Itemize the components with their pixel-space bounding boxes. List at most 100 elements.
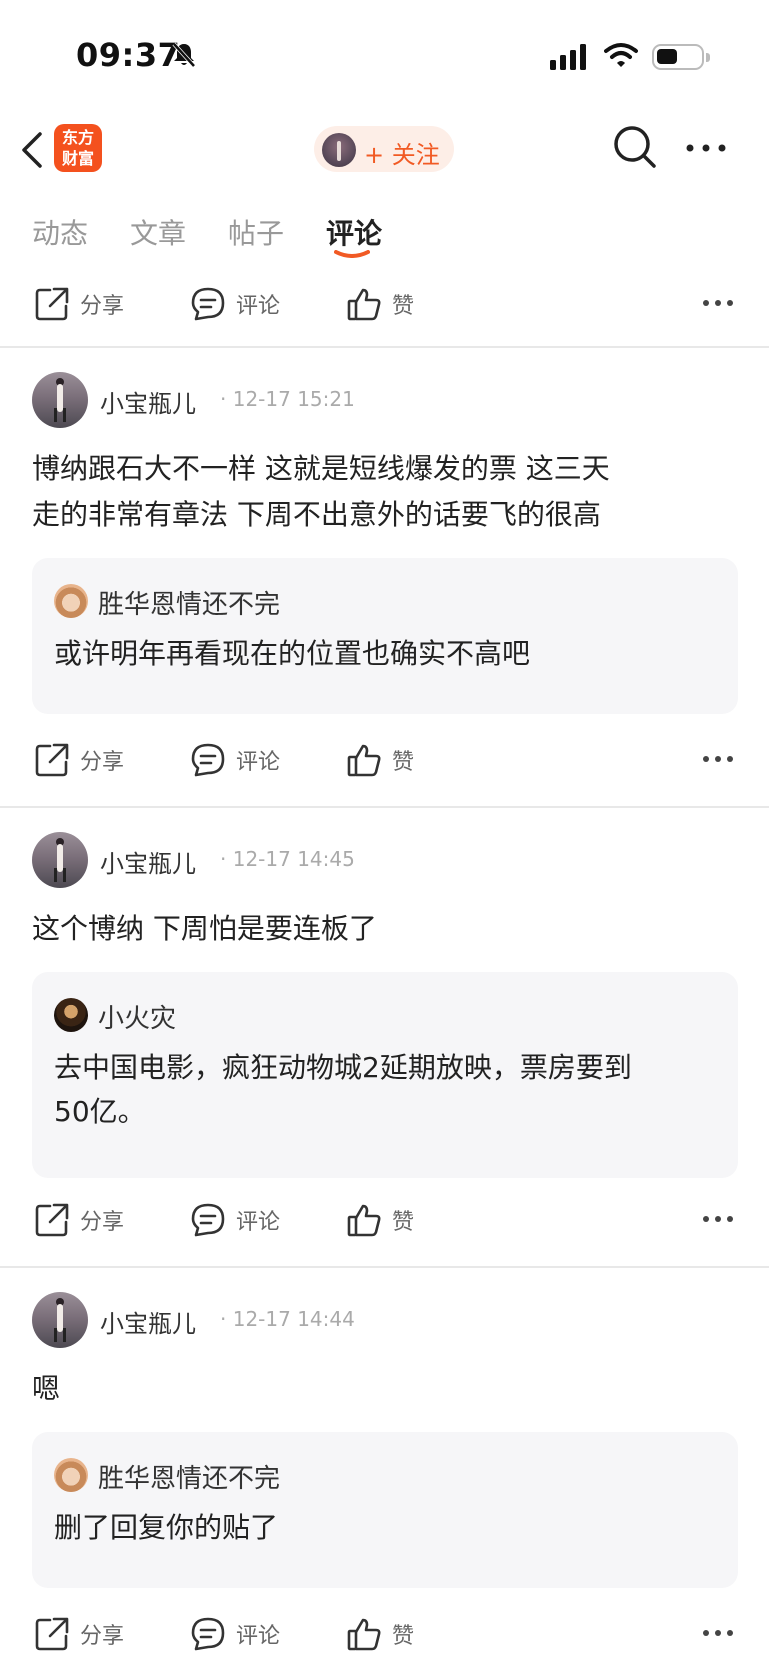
- thumbs-up-icon: [347, 744, 381, 777]
- share-button[interactable]: 分享: [34, 1200, 124, 1240]
- follow-label: + 关注: [364, 141, 440, 169]
- like-button[interactable]: 赞: [346, 1200, 414, 1240]
- share-button[interactable]: 分享: [34, 1614, 124, 1654]
- search-icon[interactable]: [612, 124, 658, 170]
- more-options-icon[interactable]: [686, 144, 726, 152]
- avatar[interactable]: [32, 372, 88, 428]
- like-label: 赞: [392, 1624, 415, 1649]
- person-avatar-icon: [54, 998, 88, 1032]
- comment-header: 小宝瓶儿 · 12-17 14:44: [32, 1292, 732, 1348]
- status-bar: 09:37: [0, 0, 769, 110]
- reply-author: 小火灾: [98, 1004, 177, 1034]
- like-button[interactable]: 赞: [346, 1614, 414, 1654]
- reply-text-line: 去中国电影，疯狂动物城2延期放映，票房要到: [54, 1051, 632, 1084]
- avatar[interactable]: [32, 1292, 88, 1348]
- monkey-avatar-icon: [54, 1458, 88, 1492]
- reply-text-line: 或许明年再看现在的位置也确实不高吧: [54, 637, 531, 670]
- quoted-reply[interactable]: 小火灾 去中国电影，疯狂动物城2延期放映，票房要到 50亿。: [32, 972, 738, 1178]
- comment-label: 评论: [236, 1210, 281, 1235]
- top-nav-bar: 东方 财富 + 关注: [0, 110, 769, 190]
- thumbs-up-icon: [347, 1204, 381, 1237]
- monkey-avatar-icon: [54, 584, 88, 618]
- comment-label: 评论: [236, 1624, 281, 1649]
- quoted-reply[interactable]: 胜华恩情还不完 或许明年再看现在的位置也确实不高吧: [32, 558, 738, 714]
- thumbs-up-icon: [347, 1618, 381, 1651]
- comment-icon: [191, 743, 225, 777]
- share-icon: [35, 1203, 69, 1237]
- reply-author: 胜华恩情还不完: [98, 1464, 281, 1494]
- signal-icon: [550, 44, 586, 70]
- reply-author: 胜华恩情还不完: [98, 590, 281, 620]
- like-button[interactable]: 赞: [346, 740, 414, 780]
- comment-text-line: 走的非常有章法 下周不出意外的话要飞的很高: [32, 498, 601, 531]
- more-options-icon[interactable]: [703, 300, 733, 306]
- like-label: 赞: [392, 1210, 415, 1235]
- post-action-bar: 分享 评论 赞: [0, 274, 769, 334]
- comment-icon: [191, 287, 225, 321]
- more-options-icon[interactable]: [703, 756, 733, 762]
- comment-text[interactable]: 这个博纳 下周怕是要连板了: [32, 906, 732, 952]
- like-label: 赞: [392, 294, 415, 319]
- avatar[interactable]: [32, 832, 88, 888]
- more-options-icon[interactable]: [703, 1630, 733, 1636]
- share-button[interactable]: 分享: [34, 740, 124, 780]
- tab-dynamics[interactable]: 动态: [32, 212, 88, 252]
- comment-button[interactable]: 评论: [190, 1614, 280, 1654]
- comment-text-line: 这个博纳 下周怕是要连板了: [32, 912, 377, 945]
- tab-posts[interactable]: 帖子: [228, 212, 284, 252]
- quoted-reply[interactable]: 胜华恩情还不完 删了回复你的贴了: [32, 1432, 738, 1588]
- tab-articles[interactable]: 文章: [130, 212, 186, 252]
- share-label: 分享: [80, 294, 125, 319]
- divider: [0, 806, 769, 808]
- share-label: 分享: [80, 1624, 125, 1649]
- comment-label: 评论: [236, 750, 281, 775]
- comment-action-bar: 分享 评论 赞: [0, 1604, 769, 1664]
- divider: [0, 1266, 769, 1268]
- share-button[interactable]: 分享: [34, 284, 124, 324]
- comment-header: 小宝瓶儿 · 12-17 14:45: [32, 832, 732, 888]
- wifi-icon: [604, 43, 638, 67]
- author-name[interactable]: 小宝瓶儿: [100, 384, 196, 419]
- comment-text-line: 嗯: [32, 1372, 61, 1405]
- comment-card: 小宝瓶儿 · 12-17 14:45 这个博纳 下周怕是要连板了 小火灾 去中国…: [0, 832, 769, 1268]
- back-arrow-icon[interactable]: [18, 128, 48, 172]
- avatar: [322, 133, 356, 167]
- comment-icon: [191, 1203, 225, 1237]
- comment-button[interactable]: 评论: [190, 1200, 280, 1240]
- tab-comments[interactable]: 评论: [326, 212, 382, 252]
- logo-line-1: 东方: [61, 128, 94, 147]
- timestamp: · 12-17 15:21: [220, 387, 355, 411]
- status-time: 09:37: [76, 36, 181, 74]
- share-label: 分享: [80, 1210, 125, 1235]
- reply-text: 去中国电影，疯狂动物城2延期放映，票房要到 50亿。: [54, 1046, 714, 1134]
- comment-button[interactable]: 评论: [190, 740, 280, 780]
- active-tab-indicator: [334, 250, 370, 258]
- divider: [0, 346, 769, 348]
- comment-label: 评论: [236, 294, 281, 319]
- reply-text-line: 删了回复你的贴了: [54, 1511, 279, 1544]
- timestamp: · 12-17 14:45: [220, 847, 355, 871]
- author-name[interactable]: 小宝瓶儿: [100, 1304, 196, 1339]
- logo-line-2: 财富: [61, 149, 94, 168]
- like-button[interactable]: 赞: [346, 284, 414, 324]
- comment-card: 小宝瓶儿 · 12-17 15:21 博纳跟石大不一样 这就是短线爆发的票 这三…: [0, 372, 769, 808]
- comment-header: 小宝瓶儿 · 12-17 15:21: [32, 372, 732, 428]
- profile-tabs: 动态 文章 帖子 评论: [0, 200, 769, 262]
- comment-text-line: 博纳跟石大不一样 这就是短线爆发的票 这三天: [32, 452, 610, 485]
- share-label: 分享: [80, 750, 125, 775]
- author-name[interactable]: 小宝瓶儿: [100, 844, 196, 879]
- comment-text[interactable]: 嗯: [32, 1366, 732, 1412]
- more-options-icon[interactable]: [703, 1216, 733, 1222]
- comment-icon: [191, 1617, 225, 1651]
- comment-button[interactable]: 评论: [190, 284, 280, 324]
- comment-text[interactable]: 博纳跟石大不一样 这就是短线爆发的票 这三天 走的非常有章法 下周不出意外的话要…: [32, 446, 732, 538]
- bell-muted-icon: [172, 42, 196, 68]
- like-label: 赞: [392, 750, 415, 775]
- comment-action-bar: 分享 评论 赞: [0, 730, 769, 790]
- battery-icon: [652, 44, 710, 70]
- follow-button[interactable]: + 关注: [314, 126, 454, 172]
- reply-text-line: 50亿。: [54, 1095, 146, 1128]
- thumbs-up-icon: [347, 288, 381, 321]
- app-logo: 东方 财富: [54, 124, 102, 172]
- comment-card: 小宝瓶儿 · 12-17 14:44 嗯 胜华恩情还不完 删了回复你的贴了 分享…: [0, 1292, 769, 1665]
